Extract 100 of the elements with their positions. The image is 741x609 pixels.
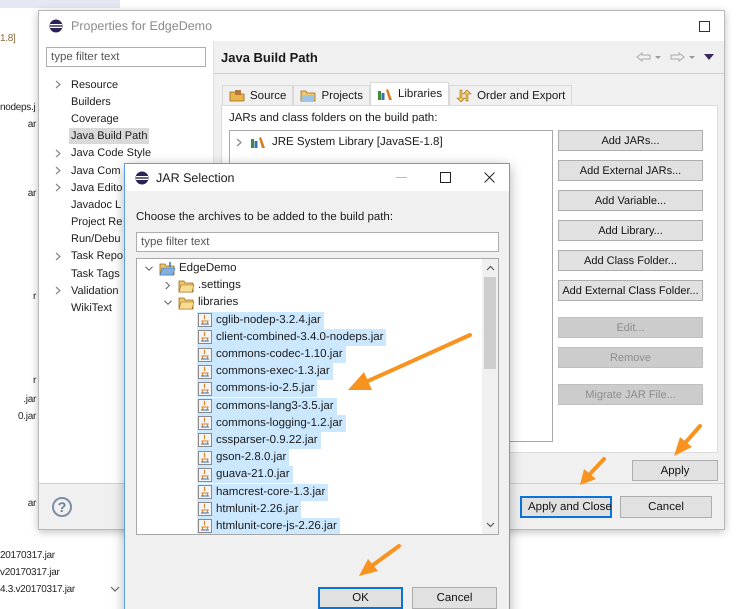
jar-file-icon: [197, 466, 213, 483]
tab[interactable]: Source: [222, 85, 294, 105]
books-icon: [376, 88, 393, 100]
filter-field[interactable]: type filter text: [46, 47, 206, 67]
tree-item[interactable]: libraries: [178, 294, 242, 312]
side-button[interactable]: Add External JARs...: [558, 160, 703, 181]
tree-item[interactable]: commons-exec-1.3.jar: [197, 363, 333, 380]
project-folder-icon: [159, 262, 176, 276]
tab[interactable]: Projects: [293, 85, 370, 105]
tree-item[interactable]: .settings: [178, 277, 244, 294]
side-button[interactable]: Add Variable...: [558, 190, 703, 211]
jar-file-icon: [197, 415, 213, 432]
library-item[interactable]: JRE System Library [JavaSE-1.8]: [272, 136, 443, 148]
expand-chevron-icon[interactable]: [54, 252, 62, 261]
tree-item[interactable]: htmlunit-core-js-2.26.jar: [197, 518, 340, 534]
editor-text-fragment: 4.3.v20170317.jar: [0, 583, 75, 597]
editor-text-fragment: ar: [28, 187, 36, 201]
instruction-label: Choose the archives to be added to the build path:: [136, 210, 394, 225]
nav-item[interactable]: Project Re: [69, 214, 124, 230]
scroll-up-icon[interactable]: [486, 265, 494, 271]
menu-icon[interactable]: [704, 54, 714, 60]
editor-text-fragment: 20170317.jar: [0, 549, 55, 563]
tree-item[interactable]: guava-21.0.jar: [197, 466, 293, 484]
description-label: JARs and class folders on the build path:: [229, 111, 438, 126]
tab[interactable]: Libraries: [370, 82, 450, 105]
side-button[interactable]: Add Class Folder...: [558, 250, 703, 271]
tree-item[interactable]: cglib-nodep-3.2.4.jar: [197, 312, 324, 329]
editor-text-fragment: 0.jar: [18, 410, 36, 424]
tree-item[interactable]: commons-codec-1.10.jar: [197, 346, 346, 364]
jar-file-icon: [197, 380, 213, 397]
back-arrow-icon[interactable]: [636, 52, 662, 62]
jar-file-icon: [197, 312, 213, 328]
side-button[interactable]: Add Library...: [558, 220, 703, 241]
order-arrows-icon: [456, 89, 472, 102]
nav-item[interactable]: Run/Debu: [69, 231, 123, 248]
annotation-arrow: [580, 457, 606, 485]
dialog-button[interactable]: OK: [318, 587, 403, 609]
nav-item[interactable]: Java Edito: [69, 180, 124, 196]
jar-file-icon: [197, 432, 213, 448]
tree-item[interactable]: commons-io-2.5.jar: [197, 380, 318, 398]
jar-file-icon: [197, 450, 213, 466]
nav-item[interactable]: Coverage: [69, 110, 121, 127]
expand-chevron-icon[interactable]: [54, 80, 62, 90]
nav-item[interactable]: Validation: [69, 282, 120, 299]
side-button[interactable]: Add External Class Folder...: [558, 280, 703, 301]
tab[interactable]: Order and Export: [449, 85, 572, 105]
eclipse-logo-icon: [49, 19, 63, 33]
window-title: JAR Selection: [156, 170, 235, 184]
maximize-icon[interactable]: [699, 20, 710, 32]
tree-item[interactable]: EdgeDemo: [159, 260, 240, 278]
jar-file-icon: [197, 398, 213, 414]
scrollbar[interactable]: [482, 259, 498, 534]
scrollbar-thumb[interactable]: [484, 277, 496, 369]
tree-item[interactable]: commons-lang3-3.5.jar: [197, 398, 337, 415]
expand-chevron-icon[interactable]: [145, 264, 153, 274]
annotation-arrow: [674, 424, 702, 456]
expand-chevron-icon[interactable]: [164, 298, 172, 308]
nav-item[interactable]: Task Repo: [69, 248, 125, 264]
window-title: Properties for EdgeDemo: [71, 19, 212, 33]
close-icon[interactable]: [484, 172, 495, 183]
apply-button[interactable]: Apply: [632, 460, 718, 481]
nav-item[interactable]: Java Com: [69, 162, 123, 179]
scroll-down-icon[interactable]: [110, 586, 120, 592]
jar-file-icon: [197, 501, 213, 518]
scroll-down-icon[interactable]: [486, 522, 494, 528]
annotation-arrow: [359, 544, 401, 576]
tree-item[interactable]: htmlunit-2.26.jar: [197, 500, 302, 518]
folder-icon: [178, 296, 195, 310]
nav-item[interactable]: WikiText: [69, 300, 114, 316]
nav-item[interactable]: Resource: [69, 76, 120, 93]
filter-field[interactable]: type filter text: [136, 232, 499, 252]
nav-item[interactable]: Java Code Style: [69, 145, 154, 162]
expand-chevron-icon[interactable]: [54, 286, 62, 296]
tree-item[interactable]: commons-logging-1.2.jar: [197, 414, 346, 432]
maximize-icon[interactable]: [440, 172, 451, 183]
package-folder-icon: [229, 89, 245, 102]
dialog-button[interactable]: Cancel: [620, 496, 712, 518]
editor-text-fragment: ar: [28, 497, 36, 511]
editor-text-fragment: ar: [28, 118, 36, 132]
tree-item[interactable]: client-combined-3.4.0-nodeps.jar: [197, 328, 386, 346]
editor-text-fragment: .jar: [23, 393, 36, 407]
editor-text-fragment: r: [32, 290, 36, 304]
nav-item[interactable]: Javadoc L: [69, 196, 124, 213]
books-icon: [250, 136, 266, 148]
nav-item[interactable]: Task Tags: [69, 266, 122, 282]
help-button[interactable]: ?: [52, 496, 72, 516]
folder-icon: [178, 278, 195, 293]
tree-item[interactable]: hamcrest-core-1.3.jar: [197, 484, 328, 501]
tree-item[interactable]: gson-2.8.0.jar: [197, 449, 290, 466]
dialog-button[interactable]: Cancel: [412, 587, 497, 609]
folder-icon: [300, 89, 316, 102]
expand-chevron-icon[interactable]: [236, 138, 244, 146]
side-button[interactable]: Add JARs...: [558, 130, 703, 151]
jar-file-icon: [197, 364, 213, 380]
forward-arrow-icon[interactable]: [670, 52, 696, 62]
nav-item[interactable]: Java Build Path: [69, 128, 150, 144]
nav-item[interactable]: Builders: [69, 94, 113, 110]
jar-file-icon: [197, 329, 213, 346]
tree-item[interactable]: cssparser-0.9.22.jar: [197, 432, 321, 449]
expand-chevron-icon[interactable]: [164, 281, 172, 290]
